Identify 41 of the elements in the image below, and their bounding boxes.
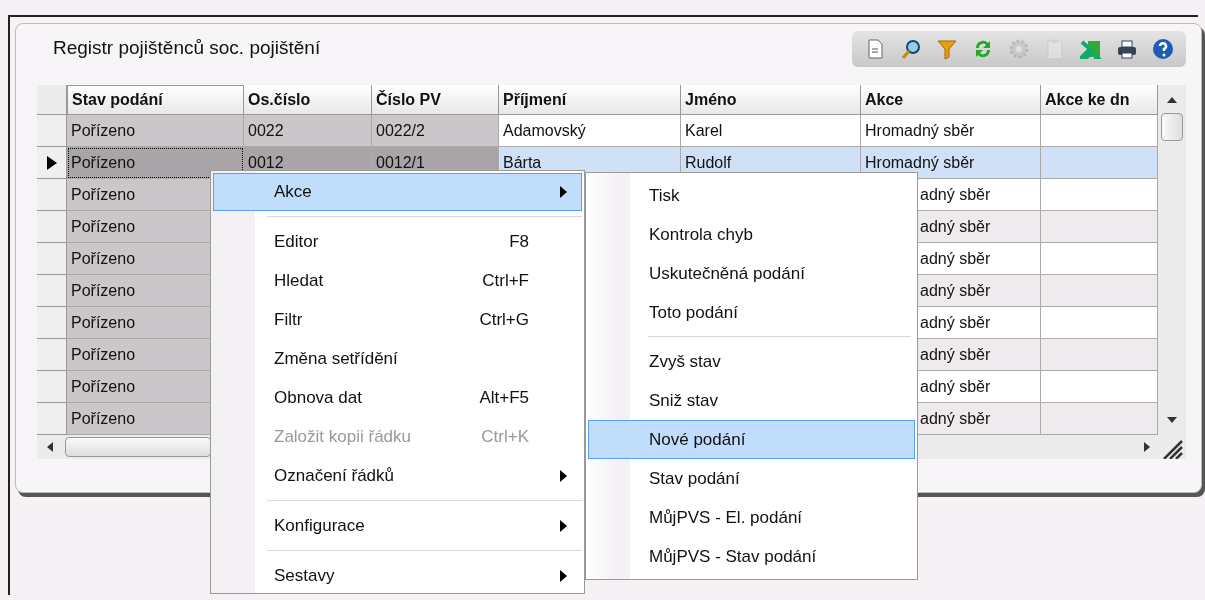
funnel-icon[interactable] (936, 37, 958, 60)
search-icon[interactable] (900, 37, 922, 60)
table-cell: Adamovský (499, 115, 681, 147)
submenu-arrow-icon (560, 469, 567, 482)
table-cell: 0022 (244, 115, 372, 147)
scroll-down-icon[interactable] (1167, 417, 1177, 423)
submenu-arrow-icon (560, 519, 567, 532)
printer-icon[interactable] (1116, 37, 1138, 60)
submenu-arrow-icon (560, 569, 567, 582)
scroll-left-icon[interactable] (47, 442, 53, 452)
column-header[interactable]: Akce (861, 85, 1041, 115)
help-icon[interactable] (1152, 37, 1174, 60)
menu-item[interactable]: Označení řádků (213, 456, 582, 495)
menu-item[interactable]: Nové podání (588, 420, 915, 459)
submenu-arrow-icon (560, 186, 567, 198)
menu-item[interactable]: Konfigurace (213, 506, 582, 545)
table-cell: 0022/2 (372, 115, 499, 147)
scroll-up-icon[interactable] (1167, 97, 1177, 103)
column-header[interactable]: Jméno (681, 85, 861, 115)
table-cell: Pořízeno (67, 115, 244, 147)
menu-item[interactable]: Sestavy (213, 556, 582, 593)
column-header[interactable]: Os.číslo (244, 85, 372, 115)
table-cell: Hromadný sběr (861, 147, 1041, 179)
scrollbar-thumb[interactable] (1161, 113, 1183, 141)
menu-item[interactable]: MůjPVS - El. podání (588, 498, 915, 537)
vertical-scrollbar[interactable] (1158, 85, 1186, 435)
column-header[interactable]: Stav podání (67, 85, 244, 115)
row-header[interactable] (37, 147, 67, 179)
menu-item[interactable]: Akce (213, 173, 582, 211)
scroll-right-icon[interactable] (1144, 442, 1150, 452)
column-header[interactable]: Příjmení (499, 85, 681, 115)
current-row-icon (46, 155, 57, 170)
menu-item[interactable]: MůjPVS - Stav podání (588, 537, 915, 576)
table-cell: Hromadný sběr (861, 115, 1041, 147)
column-header[interactable]: Akce ke dn (1041, 85, 1158, 115)
menu-item[interactable]: Stav podání (588, 459, 915, 498)
table-cell: Karel (681, 115, 861, 147)
table-cell: Pořízeno (67, 147, 244, 179)
window-title: Registr pojištěnců soc. pojištění (53, 36, 321, 61)
scrollbar-thumb[interactable] (65, 437, 211, 457)
column-header[interactable]: Číslo PV (372, 85, 499, 115)
